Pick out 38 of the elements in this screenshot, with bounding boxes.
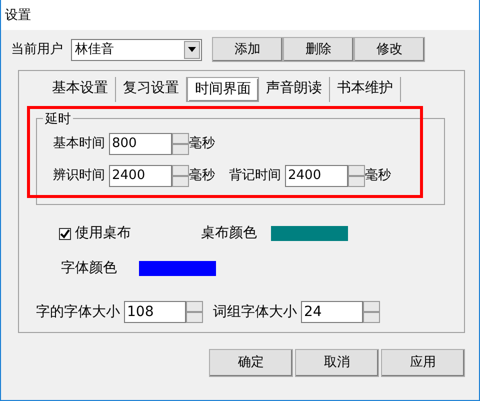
user-action-button[interactable]: 修改 <box>354 37 425 62</box>
spin-buttons[interactable] <box>363 301 380 323</box>
spin-buttons[interactable] <box>172 133 189 155</box>
field-label: 基本时间 <box>53 135 105 154</box>
field-label: 字的字体大小 <box>36 302 120 322</box>
color-label: 桌布颜色 <box>201 224 257 243</box>
field-label: 辨识时间 <box>53 167 105 186</box>
tab[interactable]: 时间界面 <box>187 77 259 102</box>
dialog-button[interactable]: 确定 <box>209 349 293 377</box>
color-swatch[interactable] <box>139 261 216 276</box>
spin-buttons[interactable] <box>172 165 189 187</box>
number-field[interactable]: 800 <box>109 133 172 155</box>
number-field[interactable]: 108 <box>124 301 186 323</box>
tab[interactable]: 书本维护 <box>330 77 401 102</box>
unit-label: 毫秒 <box>365 167 391 186</box>
user-dropdown[interactable]: 林佳音 <box>71 38 202 60</box>
user-action-button[interactable]: 删除 <box>283 37 354 62</box>
color-label: 字体颜色 <box>61 259 117 278</box>
field-label: 词组字体大小 <box>213 302 297 322</box>
window-title: 设置 <box>5 8 31 23</box>
dialog-button[interactable]: 取消 <box>295 349 379 377</box>
checkbox-label: 使用桌布 <box>75 224 131 243</box>
user-action-button[interactable]: 添加 <box>212 37 283 62</box>
field-label: 背记时间 <box>229 167 281 186</box>
number-field[interactable]: 24 <box>301 301 363 323</box>
user-label: 当前用户 <box>11 40 63 59</box>
spin-buttons[interactable] <box>348 165 365 187</box>
tab[interactable]: 基本设置 <box>45 77 116 102</box>
spin-buttons[interactable] <box>186 301 203 323</box>
unit-label: 毫秒 <box>189 167 215 186</box>
caret-icon <box>188 47 196 52</box>
unit-label: 毫秒 <box>189 135 215 154</box>
color-swatch[interactable] <box>271 226 348 241</box>
dialog-button[interactable]: 应用 <box>381 349 465 377</box>
checkbox[interactable] <box>59 228 71 240</box>
tab[interactable]: 声音朗读 <box>259 77 330 102</box>
number-field[interactable]: 2400 <box>285 165 348 187</box>
number-field[interactable]: 2400 <box>109 165 172 187</box>
